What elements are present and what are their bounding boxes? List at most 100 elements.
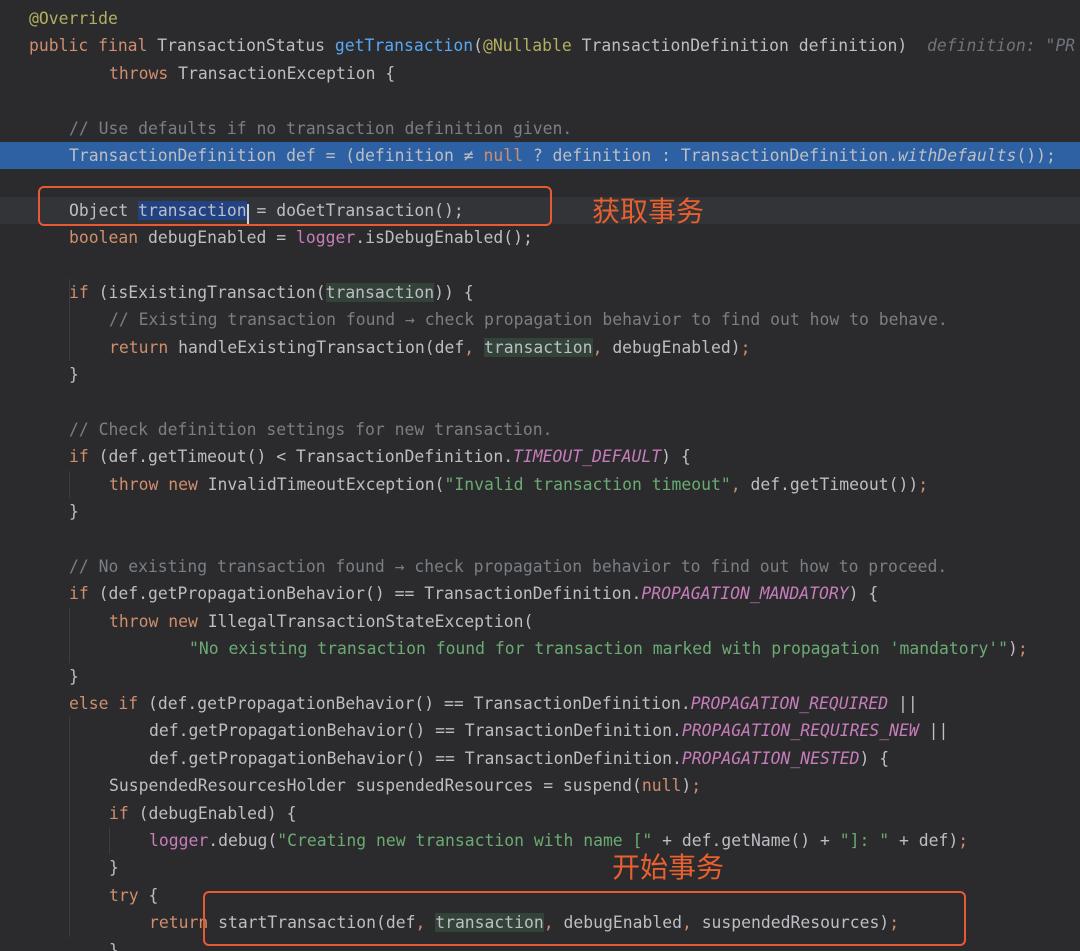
code-token: // Existing transaction found → check pr… — [109, 310, 948, 330]
code-token: def.getPropagationBehavior() == Transact… — [149, 721, 682, 741]
code-line[interactable]: boolean debugEnabled = logger.isDebugEna… — [0, 224, 1080, 251]
code-token: ) — [1008, 639, 1018, 659]
code-token: throw new — [109, 474, 208, 494]
start-transaction-callout-box — [203, 891, 966, 946]
code-token: @Nullable — [482, 36, 582, 56]
code-line[interactable]: throws TransactionException { — [0, 60, 1080, 87]
code-line[interactable]: } — [0, 663, 1080, 690]
code-token: } — [109, 858, 119, 878]
code-token: SuspendedResourcesHolder suspendedResour… — [109, 776, 642, 796]
start-transaction-callout-label: 开始事务 — [612, 851, 725, 884]
code-token: (debugEnabled) { — [138, 803, 297, 823]
code-token: else if — [69, 694, 148, 713]
code-token: "No existing transaction found for trans… — [189, 639, 1009, 659]
code-token: { — [148, 885, 159, 905]
code-token: ; — [1017, 639, 1028, 659]
code-token: def.getPropagationBehavior() == Transact… — [149, 748, 682, 768]
code-token: null — [483, 146, 523, 165]
code-line[interactable]: else if (def.getPropagationBehavior() ==… — [0, 690, 1080, 717]
code-token: (def.getTimeout() < TransactionDefinitio… — [98, 447, 514, 467]
code-line[interactable]: def.getPropagationBehavior() == Transact… — [0, 717, 1080, 744]
code-line[interactable]: def.getPropagationBehavior() == Transact… — [0, 745, 1080, 772]
code-line[interactable]: } — [0, 498, 1080, 525]
code-token: withDefaults — [897, 146, 1017, 165]
code-token: if — [69, 447, 99, 467]
code-token: null — [641, 776, 682, 796]
code-token: , — [592, 337, 613, 357]
code-token: return — [109, 337, 179, 357]
code-line[interactable]: } — [0, 854, 1080, 881]
code-token: PROPAGATION_REQUIRED — [690, 694, 889, 713]
code-token: transaction — [484, 337, 593, 357]
code-token: throw new — [109, 611, 208, 631]
code-token: ()); — [1016, 146, 1056, 165]
code-line[interactable]: return handleExistingTransaction(def, tr… — [0, 334, 1080, 361]
code-token: } — [109, 940, 119, 951]
code-token: debugEnabled) — [612, 337, 741, 357]
code-line[interactable]: // Use defaults if no transaction defini… — [0, 115, 1080, 142]
code-token: TIMEOUT_DEFAULT — [513, 447, 662, 467]
code-token: // Use defaults if no transaction defini… — [69, 118, 573, 138]
code-token: + def) — [889, 831, 959, 850]
code-line[interactable]: } — [0, 361, 1080, 388]
code-token: handleExistingTransaction(def — [178, 337, 465, 357]
code-line[interactable]: SuspendedResourcesHolder suspendedResour… — [0, 772, 1080, 799]
code-line[interactable]: "No existing transaction found for trans… — [0, 635, 1080, 662]
code-token: throws — [109, 63, 179, 83]
code-line[interactable]: // No existing transaction found → check… — [0, 553, 1080, 580]
code-token: "Creating new transaction with name [" — [277, 831, 653, 850]
code-token: (def.getPropagationBehavior() == Transac… — [147, 694, 691, 713]
code-token: InvalidTimeoutException( — [207, 474, 445, 494]
code-token: @Override — [29, 9, 118, 28]
code-token: boolean — [69, 228, 148, 248]
code-token: } — [69, 666, 79, 686]
code-line[interactable]: if (debugEnabled) { — [0, 800, 1080, 827]
code-token: } — [69, 365, 79, 385]
code-token: .isDebugEnabled(); — [355, 228, 533, 248]
code-line[interactable]: logger.debug("Creating new transaction w… — [0, 827, 1080, 854]
code-token: public — [29, 36, 99, 56]
code-line[interactable]: // Existing transaction found → check pr… — [0, 306, 1080, 333]
code-token: .debug( — [208, 831, 278, 850]
code-token: ) — [681, 776, 692, 796]
code-token: || — [918, 721, 949, 741]
get-transaction-callout-box — [38, 186, 552, 226]
code-line[interactable]: if (def.getTimeout() < TransactionDefini… — [0, 443, 1080, 470]
code-token: if — [69, 283, 99, 302]
code-token: try — [109, 885, 149, 905]
code-token: || — [888, 694, 918, 713]
code-token: // No existing transaction found → check… — [69, 557, 948, 576]
code-token: definition: "PR — [927, 36, 1076, 56]
code-line[interactable]: if (isExistingTransaction(transaction)) … — [0, 279, 1080, 306]
code-line[interactable]: throw new InvalidTimeoutException("Inval… — [0, 471, 1080, 498]
code-line[interactable]: @Override — [0, 5, 1080, 32]
code-line[interactable] — [0, 87, 1080, 114]
code-token: TransactionException { — [178, 63, 396, 83]
code-line[interactable]: public final TransactionStatus getTransa… — [0, 32, 1080, 59]
code-token: } — [69, 502, 79, 522]
code-token: // Check definition settings for new tra… — [69, 420, 553, 439]
code-token: ; — [918, 474, 929, 494]
code-token: (isExistingTransaction( — [98, 283, 326, 302]
code-line[interactable] — [0, 252, 1080, 279]
code-token: ( — [473, 36, 483, 56]
code-line[interactable]: // Check definition settings for new tra… — [0, 416, 1080, 443]
code-token: def.getTimeout()) — [750, 474, 919, 494]
code-line[interactable]: TransactionDefinition def = (definition … — [0, 142, 1080, 170]
code-token: final — [98, 36, 158, 56]
get-transaction-callout-label: 获取事务 — [592, 195, 705, 228]
code-line[interactable]: if (def.getPropagationBehavior() == Tran… — [0, 580, 1080, 607]
code-token: ) { — [848, 584, 879, 604]
code-token: ) { — [859, 748, 890, 768]
code-token: if — [109, 803, 139, 823]
code-token: transaction — [325, 283, 435, 302]
code-line[interactable] — [0, 389, 1080, 416]
code-token: PROPAGATION_REQUIRES_NEW — [681, 721, 919, 741]
code-line[interactable]: throw new IllegalTransactionStateExcepti… — [0, 608, 1080, 635]
code-line[interactable] — [0, 526, 1080, 553]
code-token: , — [464, 337, 484, 357]
code-token: ; — [691, 776, 702, 796]
code-token: logger — [149, 831, 209, 850]
code-token: PROPAGATION_MANDATORY — [641, 584, 849, 604]
code-editor[interactable]: @Override public final TransactionStatus … — [0, 0, 1080, 951]
